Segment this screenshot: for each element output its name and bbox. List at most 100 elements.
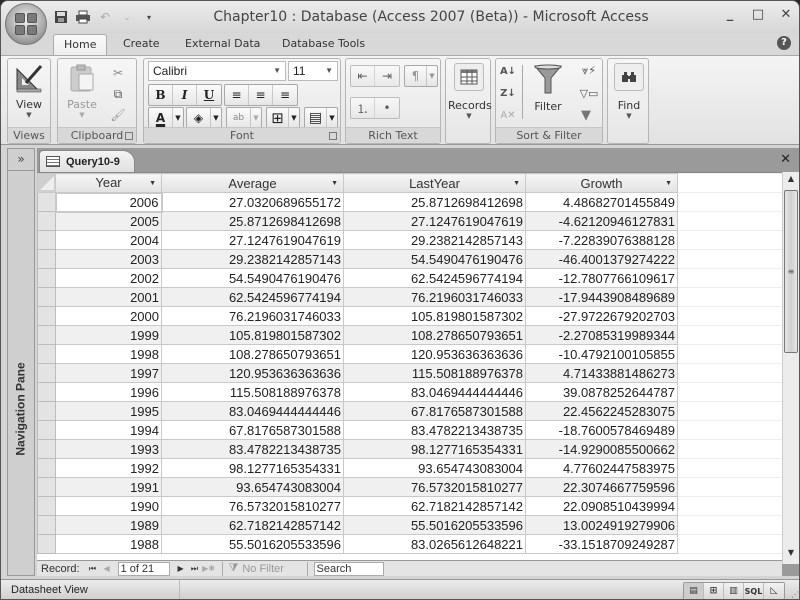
toggle-filter-button[interactable]: ▼ (576, 105, 596, 125)
record-selector[interactable] (37, 534, 56, 554)
growth-cell[interactable]: 22.0908510439994 (525, 496, 678, 516)
highlight-button[interactable]: ab ▼ (226, 107, 262, 129)
lastyear-cell[interactable]: 83.4782213438735 (343, 420, 526, 440)
select-all-corner[interactable] (37, 173, 56, 193)
alternate-fill-button[interactable]: ▤ ▼ (304, 107, 338, 129)
record-selector[interactable] (37, 515, 56, 535)
nav-pane-toggle-button[interactable]: » (8, 149, 34, 171)
tab-home[interactable]: Home (53, 34, 108, 56)
table-row[interactable]: 1992 98.1277165354331 93.654743083004 4.776… (37, 458, 783, 478)
average-cell[interactable]: 54.5490476190476 (161, 268, 344, 288)
year-cell[interactable]: 2006 (54, 191, 163, 213)
average-cell[interactable]: 120.953636363636 (161, 363, 344, 383)
table-row[interactable]: 1988 55.5016205533596 83.0265612648221 -33.… (37, 534, 783, 554)
growth-cell[interactable]: 13.0024919279906 (525, 515, 678, 535)
average-cell[interactable]: 83.4782213438735 (161, 439, 344, 459)
lastyear-cell[interactable]: 25.8712698412698 (343, 192, 526, 212)
average-cell[interactable]: 98.1277165354331 (161, 458, 344, 478)
growth-cell[interactable]: -18.7600578469489 (525, 420, 678, 440)
cut-icon[interactable]: ✂ (108, 63, 128, 83)
font-dialog-launcher-icon[interactable] (329, 132, 337, 140)
decrease-indent-button[interactable]: ⇤ (351, 66, 375, 86)
average-cell[interactable]: 108.278650793651 (161, 344, 344, 364)
average-cell[interactable]: 76.5732015810277 (161, 496, 344, 516)
year-cell[interactable]: 1997 (55, 363, 162, 383)
clear-sort-button[interactable]: A✕ (498, 105, 518, 125)
average-cell[interactable]: 76.2196031746033 (161, 306, 344, 326)
chevron-down-icon[interactable]: ▼ (149, 180, 156, 187)
growth-cell[interactable]: 39.0878252644787 (525, 382, 678, 402)
record-selector[interactable] (37, 230, 56, 250)
lastyear-cell[interactable]: 76.5732015810277 (343, 477, 526, 497)
average-cell[interactable]: 62.5424596774194 (161, 287, 344, 307)
record-selector[interactable] (37, 211, 56, 231)
growth-cell[interactable]: -4.62120946127831 (525, 211, 678, 231)
table-row[interactable]: 2002 54.5490476190476 62.5424596774194 -12.… (37, 268, 783, 288)
italic-button[interactable]: I (173, 85, 197, 105)
year-cell[interactable]: 1999 (55, 325, 162, 345)
average-cell[interactable]: 83.0469444444446 (161, 401, 344, 421)
table-row[interactable]: 2003 29.2382142857143 54.5490476190476 -46.… (37, 249, 783, 269)
average-cell[interactable]: 115.508188976378 (161, 382, 344, 402)
growth-cell[interactable]: 4.48682701455849 (525, 192, 678, 212)
resize-grip-icon[interactable]: ⋰ (791, 590, 799, 599)
average-cell[interactable]: 62.7182142857142 (161, 515, 344, 535)
next-record-icon[interactable]: ▶ (174, 564, 188, 573)
table-row[interactable]: 1990 76.5732015810277 62.7182142857142 22.0… (37, 496, 783, 516)
growth-cell[interactable]: -46.4001379274222 (525, 249, 678, 269)
bold-button[interactable]: B (149, 85, 173, 105)
year-cell[interactable]: 2002 (55, 268, 162, 288)
lastyear-cell[interactable]: 105.819801587302 (343, 306, 526, 326)
first-record-icon[interactable]: ⏮ (86, 564, 100, 574)
minimize-button[interactable]: _ (723, 7, 737, 22)
table-row[interactable]: 2000 76.2196031746033 105.819801587302 -27.… (37, 306, 783, 326)
design-view-icon[interactable]: ◺ (764, 583, 784, 599)
table-row[interactable]: 1997 120.953636363636 115.508188976378 4.71… (37, 363, 783, 383)
lastyear-cell[interactable]: 83.0265612648221 (343, 534, 526, 554)
table-row[interactable]: 2001 62.5424596774194 76.2196031746033 -17.… (37, 287, 783, 307)
font-color-button[interactable]: A ▼ (148, 107, 184, 129)
year-cell[interactable]: 1998 (55, 344, 162, 364)
close-document-icon[interactable]: ✕ (780, 152, 791, 167)
chevron-down-icon[interactable]: ▼ (665, 180, 672, 187)
clipboard-dialog-launcher-icon[interactable] (125, 132, 133, 140)
selection-filter-button[interactable]: ⩔⚡ (576, 61, 602, 81)
increase-indent-button[interactable]: ⇥ (375, 66, 399, 86)
current-record-field[interactable]: 1 of 21 (117, 561, 170, 576)
numbering-button[interactable]: ⒈ (351, 98, 375, 118)
year-cell[interactable]: 1995 (55, 401, 162, 421)
year-cell[interactable]: 1991 (55, 477, 162, 497)
record-selector[interactable] (37, 439, 56, 459)
font-size-combo[interactable]: 11 ▼ (288, 61, 338, 81)
column-header-growth[interactable]: Growth ▼ (525, 173, 678, 193)
growth-cell[interactable]: -2.27085319989344 (525, 325, 678, 345)
close-button[interactable]: ✕ (779, 7, 793, 22)
font-name-combo[interactable]: Calibri ▼ (148, 61, 286, 81)
lastyear-cell[interactable]: 108.278650793651 (343, 325, 526, 345)
year-cell[interactable]: 1996 (55, 382, 162, 402)
year-cell[interactable]: 1992 (55, 458, 162, 478)
year-cell[interactable]: 1993 (55, 439, 162, 459)
chevron-down-icon[interactable]: ▼ (513, 180, 520, 187)
tab-create[interactable]: Create (113, 34, 170, 56)
column-header-average[interactable]: Average ▼ (161, 173, 344, 193)
record-selector[interactable] (37, 477, 56, 497)
paste-button[interactable]: Paste ▼ (62, 63, 102, 119)
lastyear-cell[interactable]: 29.2382142857143 (343, 230, 526, 250)
help-icon[interactable]: ? (777, 36, 791, 50)
lastyear-cell[interactable]: 62.5424596774194 (343, 268, 526, 288)
table-row[interactable]: 1994 67.8176587301588 83.4782213438735 -18.… (37, 420, 783, 440)
pivottable-view-icon[interactable]: ⊞ (704, 583, 724, 599)
record-selector[interactable] (37, 401, 56, 421)
sql-view-icon[interactable]: SQL (744, 583, 764, 599)
maximize-button[interactable]: □ (751, 7, 765, 22)
year-cell[interactable]: 1990 (55, 496, 162, 516)
growth-cell[interactable]: 4.77602447583975 (525, 458, 678, 478)
record-selector[interactable] (37, 249, 56, 269)
lastyear-cell[interactable]: 83.0469444444446 (343, 382, 526, 402)
sort-descending-button[interactable]: Z↓ (498, 83, 518, 103)
sort-ascending-button[interactable]: A↓ (498, 61, 518, 81)
average-cell[interactable]: 27.0320689655172 (161, 192, 344, 212)
record-selector[interactable] (37, 458, 56, 478)
lastyear-cell[interactable]: 27.1247619047619 (343, 211, 526, 231)
